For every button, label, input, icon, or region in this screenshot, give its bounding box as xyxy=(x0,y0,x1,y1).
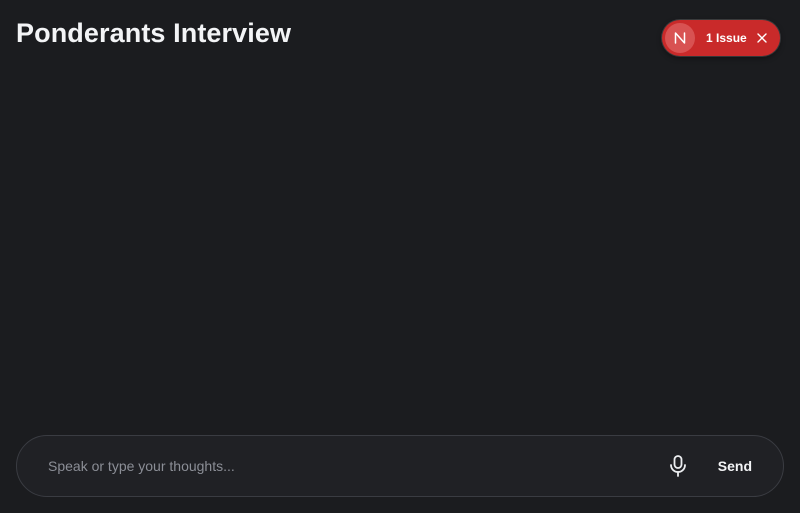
issues-count-label[interactable]: 1 Issue xyxy=(706,31,747,45)
message-composer: Send xyxy=(16,435,784,497)
message-input[interactable] xyxy=(46,445,656,487)
nextjs-logo-icon[interactable] xyxy=(665,23,695,53)
interview-page: Ponderants Interview 1 Issue Send xyxy=(0,0,800,513)
close-icon[interactable] xyxy=(754,30,770,46)
send-button[interactable]: Send xyxy=(718,458,752,474)
page-title: Ponderants Interview xyxy=(16,18,292,48)
issues-badge[interactable]: 1 Issue xyxy=(662,20,780,56)
microphone-icon[interactable] xyxy=(666,454,690,478)
